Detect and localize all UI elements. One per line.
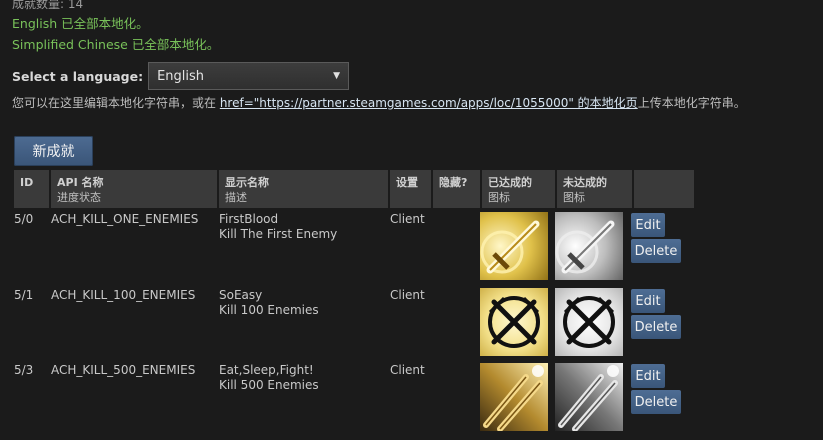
row-id: 5/1 xyxy=(14,288,34,302)
row-display-name: SoEasy xyxy=(219,288,263,302)
header-unachieved-icon: 未达成的 图标 xyxy=(557,170,634,208)
golden-sword-unachieved-icon xyxy=(555,212,623,280)
crossed-swords-unachieved-icon xyxy=(555,288,623,356)
edit-button[interactable]: Edit xyxy=(631,289,665,313)
row-setting: Client xyxy=(390,363,425,377)
row-description: Kill 100 Enemies xyxy=(219,303,319,317)
help-prefix: 您可以在这里编辑本地化字符串，或在 xyxy=(12,96,220,110)
delete-button[interactable]: Delete xyxy=(631,390,681,414)
row-display: Eat,Sleep,Fight! Kill 500 Enemies xyxy=(219,363,319,393)
row-api-name: ACH_KILL_100_ENEMIES xyxy=(51,288,196,302)
sword-pair-icon xyxy=(480,363,548,431)
header-api-name: API 名称 进度状态 xyxy=(51,170,219,208)
edit-button[interactable]: Edit xyxy=(631,213,665,237)
locale-status-schinese: Simplified Chinese 已全部本地化。 xyxy=(12,37,220,52)
table-row: 5/1 ACH_KILL_100_ENEMIES SoEasy Kill 100… xyxy=(0,288,823,363)
localization-help-text: 您可以在这里编辑本地化字符串，或在 href="https://partner.… xyxy=(12,94,746,111)
row-id: 5/3 xyxy=(14,363,34,377)
row-display: FirstBlood Kill The First Enemy xyxy=(219,212,337,242)
language-label: Select a language: xyxy=(12,68,144,84)
header-achieved-icon: 已达成的 图标 xyxy=(482,170,557,208)
row-api-name: ACH_KILL_500_ENEMIES xyxy=(51,363,196,377)
language-select[interactable]: English ▼ xyxy=(148,62,350,90)
row-display: SoEasy Kill 100 Enemies xyxy=(219,288,319,318)
help-suffix: 上传本地化字符串。 xyxy=(637,96,746,110)
dropdown-caret-icon: ▼ xyxy=(333,71,341,81)
row-setting: Client xyxy=(390,288,425,302)
delete-button[interactable]: Delete xyxy=(631,239,681,263)
table-row: 5/3 ACH_KILL_500_ENEMIES Eat,Sleep,Fight… xyxy=(0,363,823,438)
language-selector-row: Select a language: English ▼ xyxy=(12,61,350,91)
localization-page-link[interactable]: href="https://partner.steamgames.com/app… xyxy=(220,96,638,110)
new-achievement-button[interactable]: 新成就 xyxy=(14,136,93,166)
edit-button[interactable]: Edit xyxy=(631,364,665,388)
sword-pair-unachieved-icon xyxy=(555,363,623,431)
row-api-name: ACH_KILL_ONE_ENEMIES xyxy=(51,212,199,226)
row-display-name: Eat,Sleep,Fight! xyxy=(219,363,314,377)
crossed-swords-icon xyxy=(480,288,548,356)
row-description: Kill 500 Enemies xyxy=(219,378,319,392)
row-description: Kill The First Enemy xyxy=(219,227,338,241)
locale-status-english: English 已全部本地化。 xyxy=(12,16,149,31)
header-display-name: 显示名称 描述 xyxy=(219,170,390,208)
row-setting: Client xyxy=(390,212,425,226)
table-row: 5/0 ACH_KILL_ONE_ENEMIES FirstBlood Kill… xyxy=(0,212,823,287)
header-settings: 设置 xyxy=(390,170,433,208)
delete-button[interactable]: Delete xyxy=(631,315,681,339)
language-select-value: English xyxy=(157,68,205,84)
row-display-name: FirstBlood xyxy=(219,212,279,226)
table-header: ID API 名称 进度状态 显示名称 描述 设置 隐藏? 已达成的 图标 未达成的图… xyxy=(14,170,694,208)
row-id: 5/0 xyxy=(14,212,34,226)
header-id: ID xyxy=(14,170,51,208)
golden-sword-icon xyxy=(480,212,548,280)
achievement-count: 成就数量: 14 xyxy=(12,0,84,11)
header-hidden: 隐藏? xyxy=(433,170,482,208)
header-actions xyxy=(634,170,694,208)
